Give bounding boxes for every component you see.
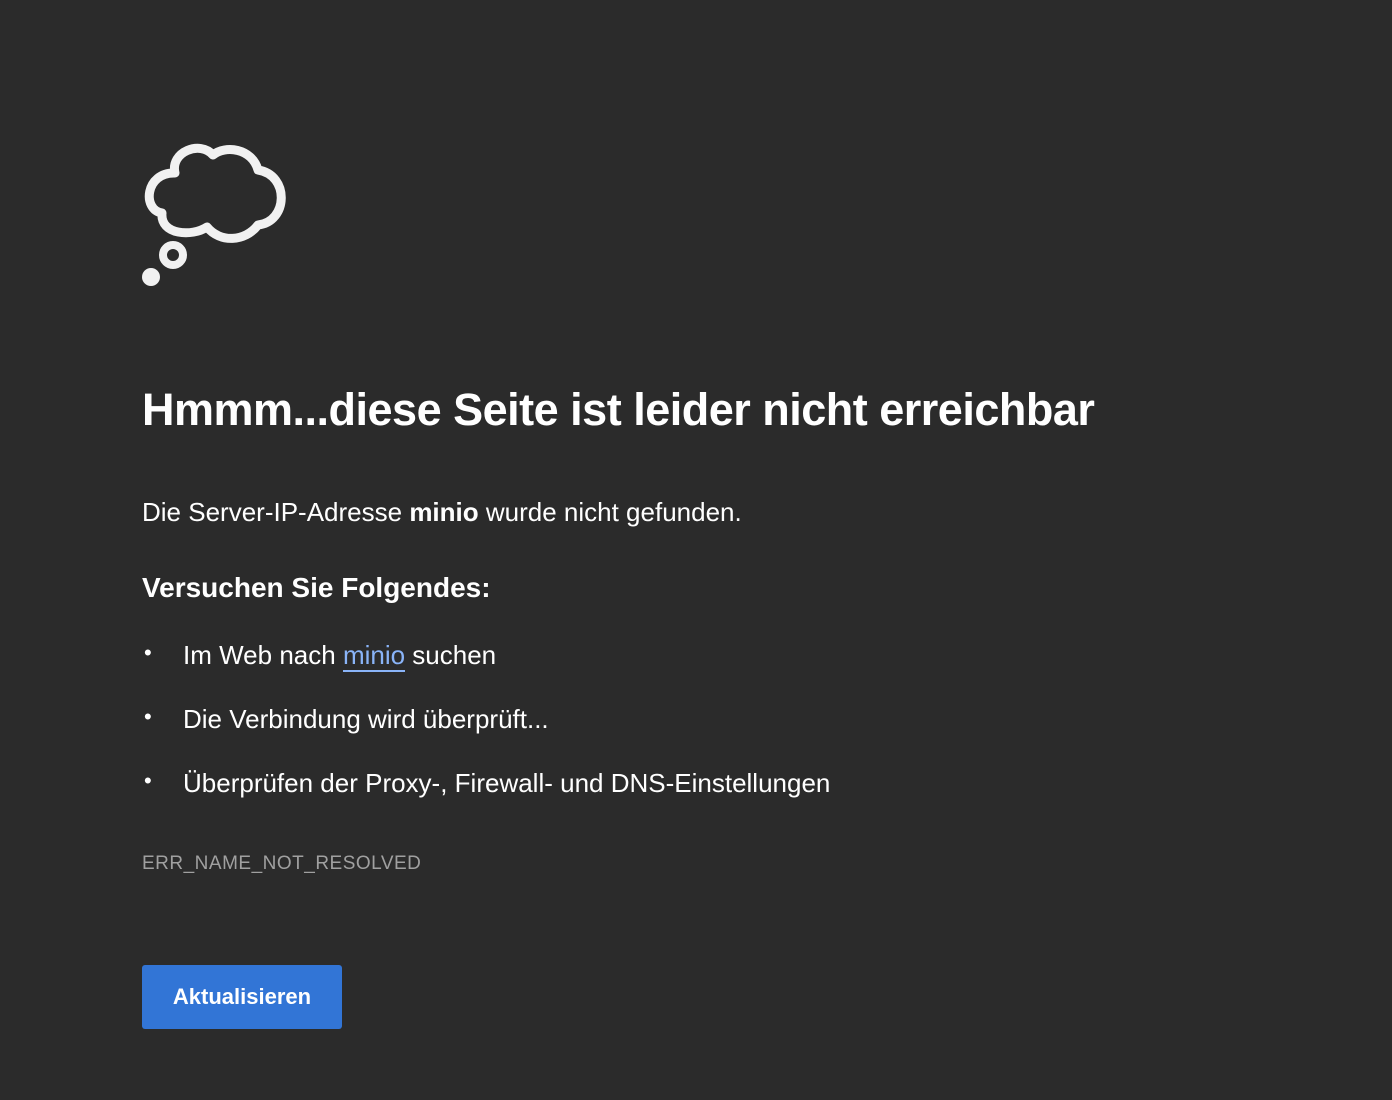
- bullet-icon: •: [144, 768, 152, 793]
- suggestion-check-proxy: Überprüfen der Proxy-, Firewall- und DNS…: [183, 768, 831, 798]
- suggestion-suffix: suchen: [405, 640, 497, 670]
- description-prefix: Die Server-IP-Adresse: [142, 497, 410, 527]
- suggestions-heading: Versuchen Sie Folgendes:: [142, 572, 491, 603]
- reload-button[interactable]: Aktualisieren: [142, 965, 342, 1029]
- error-code: ERR_NAME_NOT_RESOLVED: [142, 853, 422, 874]
- page-title: Hmmm...diese Seite ist leider nicht erre…: [142, 384, 1095, 435]
- suggestion-check-connection: Die Verbindung wird überprüft...: [183, 704, 549, 734]
- search-web-link[interactable]: minio: [342, 640, 406, 672]
- suggestion-prefix: Im Web nach: [183, 640, 343, 670]
- suggestion-search: Im Web nach minio suchen: [183, 640, 497, 672]
- host-name: minio: [409, 497, 479, 527]
- bullet-icon: •: [144, 640, 152, 665]
- error-description: Die Server-IP-Adresse minio wurde nicht …: [142, 497, 742, 528]
- bullet-icon: •: [144, 704, 152, 729]
- thought-bubble-icon: [140, 140, 290, 290]
- description-suffix: wurde nicht gefunden.: [478, 497, 742, 527]
